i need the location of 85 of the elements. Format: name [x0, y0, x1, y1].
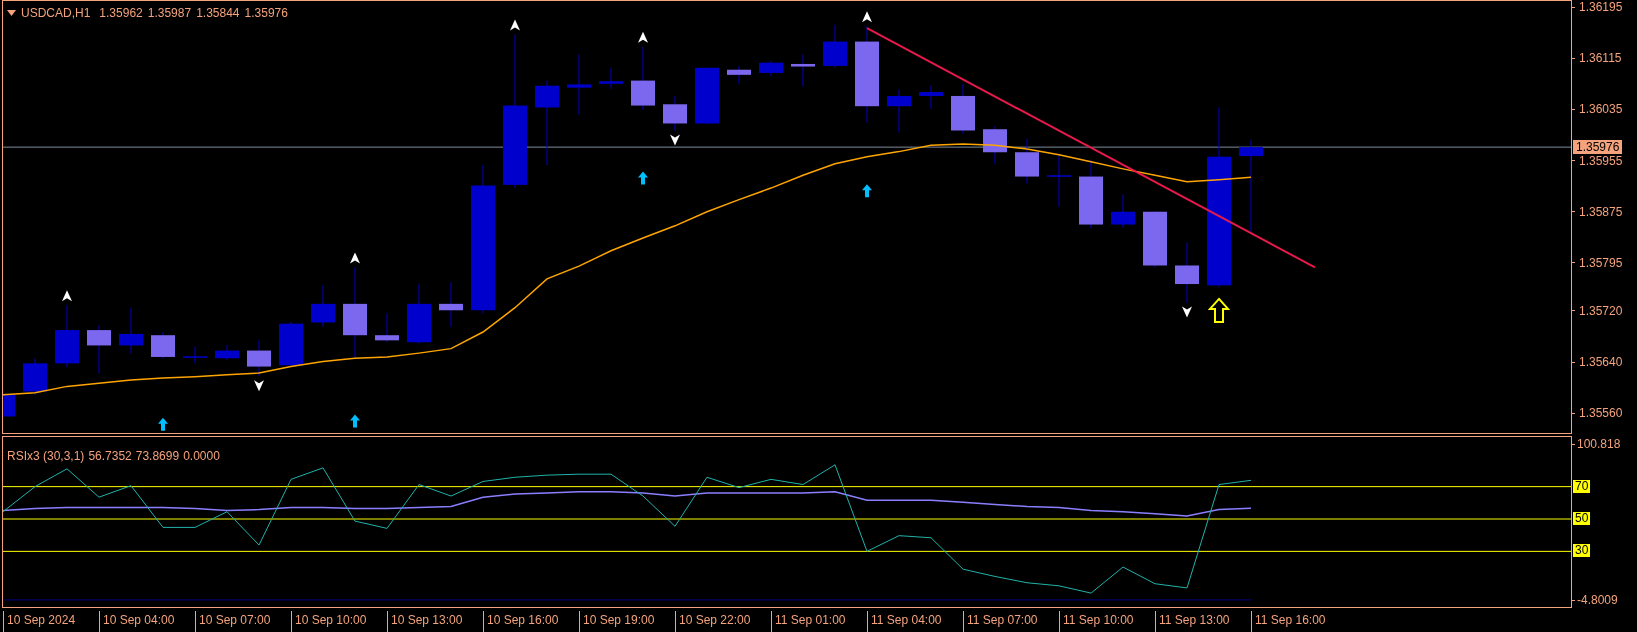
candlestick: [919, 85, 943, 110]
price-label: 1.36115: [1579, 51, 1622, 66]
current-price-label: 1.35976: [1573, 140, 1623, 155]
time-label: 10 Sep 19:00: [579, 611, 675, 632]
candlestick: [887, 89, 911, 133]
level-label: 50: [1573, 512, 1591, 525]
time-label: 11 Sep 07:00: [963, 611, 1059, 632]
price-label: 1.35955: [1579, 153, 1623, 168]
candlestick: [1175, 241, 1199, 304]
candlestick: [183, 346, 207, 364]
candlestick: [983, 125, 1007, 165]
up-arrow-icon: [862, 184, 872, 198]
indicator-scale-label: -4.8009: [1577, 593, 1618, 607]
fractal-arrow-icon: [62, 290, 72, 302]
time-label: 10 Sep 22:00: [675, 611, 771, 632]
price-label: 1.35795: [1579, 255, 1623, 270]
candlestick: [407, 283, 431, 344]
price-label: 1.35720: [1579, 303, 1623, 318]
up-arrow-icon: [158, 417, 168, 431]
price-label: 1.35875: [1579, 204, 1623, 219]
indicator-reading: 56.7352: [88, 448, 132, 465]
quote-value: 1.35976: [244, 5, 288, 22]
time-label: 11 Sep 10:00: [1059, 611, 1155, 632]
indicator-scale-label: 100.818: [1577, 437, 1621, 451]
price-label: 1.35640: [1579, 355, 1623, 370]
price-label: 1.36035: [1579, 102, 1623, 117]
fractal-arrow-icon: [510, 19, 520, 31]
quote-value: 1.35844: [196, 5, 240, 22]
level-label: 30: [1573, 544, 1591, 558]
candlestick: [823, 24, 847, 69]
time-label: 10 Sep 04:00: [99, 611, 195, 632]
fractal-arrow-icon: [350, 252, 360, 264]
time-label: 10 Sep 13:00: [387, 611, 483, 632]
time-label: 10 Sep 2024: [3, 611, 99, 632]
fractal-arrow-icon: [862, 11, 872, 23]
candlestick: [727, 65, 751, 85]
indicator-reading: 73.8699: [135, 448, 180, 465]
up-arrow-icon: [350, 414, 360, 428]
candlestick: [247, 339, 271, 377]
candlestick: [311, 284, 335, 328]
candlestick: [599, 67, 623, 90]
price-label: 1.36195: [1579, 0, 1623, 15]
candlestick: [1079, 159, 1103, 229]
level-label: 70: [1573, 479, 1591, 493]
candlestick: [87, 325, 111, 375]
time-label: 11 Sep 01:00: [771, 611, 867, 632]
candlestick: [663, 95, 687, 131]
candlestick: [439, 281, 463, 328]
time-label: 11 Sep 13:00: [1155, 611, 1251, 632]
indicator-title: RSIx3 (30,3,1): [7, 448, 85, 465]
candlestick: [951, 83, 975, 135]
quote-value: 1.35987: [147, 5, 192, 22]
indicator-reading: 0.0000: [183, 448, 220, 465]
time-label: 10 Sep 10:00: [291, 611, 387, 632]
candlestick: [1015, 138, 1039, 185]
fractal-arrow-icon: [638, 31, 648, 43]
candlestick: [215, 344, 239, 361]
symbol-label: USDCAD,H1: [21, 5, 91, 22]
fractal-arrow-icon: [670, 134, 680, 146]
candlestick: [119, 307, 143, 355]
up-arrow-icon: [638, 171, 648, 185]
candlestick: [23, 357, 47, 396]
candlestick: [1111, 193, 1135, 229]
time-label: 10 Sep 07:00: [195, 611, 291, 632]
candlestick: [279, 321, 303, 368]
time-label: 11 Sep 16:00: [1251, 611, 1347, 632]
up-arrow-icon: [1207, 297, 1231, 323]
quote-value: 1.35962: [99, 5, 143, 22]
candlestick: [695, 67, 719, 125]
candlestick: [3, 387, 15, 419]
candlestick: [375, 312, 399, 343]
candlestick: [151, 331, 175, 360]
candlestick: [55, 304, 79, 368]
candlestick: [1047, 154, 1071, 208]
time-label: 10 Sep 16:00: [483, 611, 579, 632]
candlestick: [631, 46, 655, 110]
price-label: 1.35560: [1579, 406, 1623, 421]
time-label: 11 Sep 04:00: [867, 611, 963, 632]
candlestick: [791, 53, 815, 87]
fractal-arrow-icon: [254, 380, 264, 392]
candlestick: [567, 53, 591, 115]
fractal-arrow-icon: [1182, 306, 1192, 318]
dropdown-triangle-icon[interactable]: [7, 10, 16, 16]
candlestick: [759, 60, 783, 77]
candlestick: [1143, 210, 1167, 268]
